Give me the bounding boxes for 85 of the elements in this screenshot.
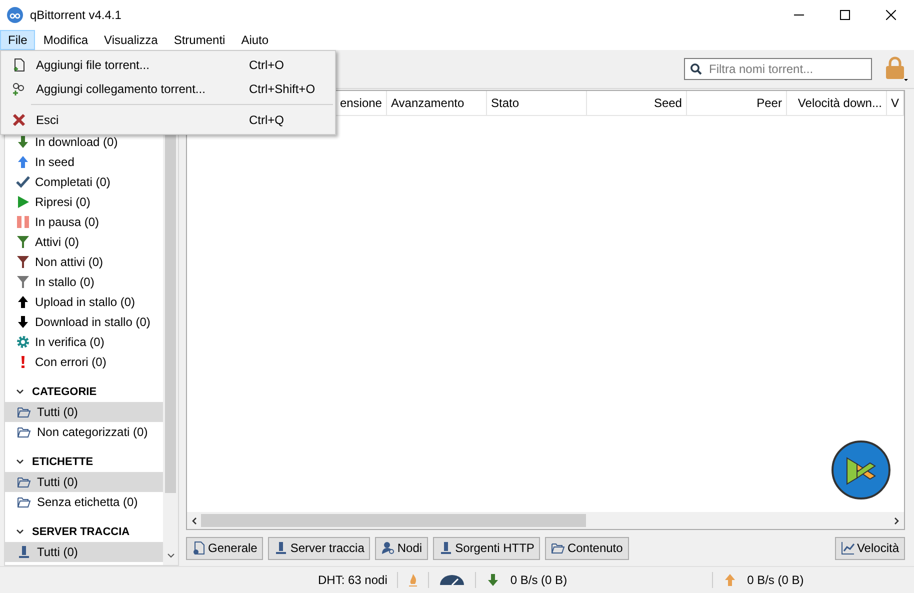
scrollbar-thumb[interactable] xyxy=(200,514,586,527)
scroll-right-icon[interactable] xyxy=(894,516,900,524)
section-header: CATEGORIE xyxy=(32,386,97,398)
column-header[interactable]: Peer xyxy=(686,91,787,115)
down-arrow-icon xyxy=(16,135,30,149)
download-icon xyxy=(486,573,500,587)
filter-icon xyxy=(16,275,30,289)
folder-icon xyxy=(17,476,31,488)
document-icon xyxy=(192,541,206,555)
filter-item[interactable]: Completati (0) xyxy=(35,175,110,189)
server-icon xyxy=(274,541,288,555)
line-chart-icon xyxy=(840,541,855,555)
maximize-icon[interactable] xyxy=(840,10,850,20)
menu-item[interactable]: Visualizza xyxy=(96,30,166,50)
section-header: SERVER TRACCIA xyxy=(32,526,130,538)
down-arrow-icon xyxy=(16,315,30,329)
filter-item[interactable]: In stallo (0) xyxy=(35,275,94,289)
menu-entry[interactable]: Esci Ctrl+Q xyxy=(1,108,335,132)
search-field[interactable]: Filtra nomi torrent... xyxy=(684,58,872,80)
server-icon xyxy=(17,545,31,559)
column-header[interactable]: Avanzamento xyxy=(386,91,487,115)
filter-item[interactable]: Download in stallo (0) xyxy=(35,315,150,329)
chevron-down-icon[interactable] xyxy=(16,389,24,395)
panel-tab-button[interactable]: Generale xyxy=(186,536,264,560)
filter-item[interactable]: Non attivi (0) xyxy=(35,255,104,269)
link-icon xyxy=(12,82,26,96)
filter-item[interactable]: In seed xyxy=(35,155,74,169)
filter-item[interactable]: Ripresi (0) xyxy=(35,195,90,209)
filter-item[interactable]: Con errori (0) xyxy=(35,355,106,369)
speed-tab-button[interactable]: Velocità xyxy=(834,536,905,560)
server-icon xyxy=(439,541,454,555)
menu-item[interactable]: Modifica xyxy=(35,30,96,50)
column-header[interactable]: Velocità down... xyxy=(786,91,887,115)
filter-item[interactable]: In verifica (0) xyxy=(35,335,104,349)
up-arrow-icon xyxy=(16,295,30,309)
panel-tab-button[interactable]: Server traccia xyxy=(268,536,370,560)
sidebar-item[interactable]: Tutti (0) xyxy=(5,542,163,562)
menu-item[interactable]: File xyxy=(0,30,36,50)
folder-icon xyxy=(17,496,31,508)
play-icon xyxy=(16,195,30,209)
dht-status: DHT: 63 nodi xyxy=(318,573,388,587)
window-title: qBittorrent v4.4.1 xyxy=(30,8,122,22)
sidebar-item[interactable]: Non categorizzati (0) xyxy=(5,422,163,442)
panel-tab-button[interactable]: Nodi xyxy=(375,536,428,560)
sidebar-item[interactable]: Senza etichetta (0) xyxy=(5,492,163,512)
panel-tab-button[interactable]: Sorgenti HTTP xyxy=(433,536,540,560)
menu-item[interactable]: Strumenti xyxy=(166,30,234,50)
filter-item[interactable]: Upload in stallo (0) xyxy=(35,295,136,309)
scroll-left-icon[interactable] xyxy=(190,516,197,524)
filter-icon xyxy=(16,255,30,269)
column-header[interactable]: Seed xyxy=(586,91,687,115)
column-header[interactable]: Stato xyxy=(486,91,587,115)
up-arrow-icon xyxy=(16,155,30,169)
app-badge-icon[interactable] xyxy=(831,440,891,500)
sidebar-item[interactable]: Tutti (0) xyxy=(5,472,163,492)
filter-item[interactable]: Attivi (0) xyxy=(35,235,80,249)
menu-entry[interactable]: Aggiungi collegamento torrent... Ctrl+Shift+O xyxy=(1,77,335,101)
menu-entry[interactable]: Aggiungi file torrent... Ctrl+O xyxy=(1,53,335,77)
gear-icon xyxy=(16,335,30,349)
user-search-icon xyxy=(381,541,396,555)
close-icon[interactable] xyxy=(886,10,896,20)
filter-icon xyxy=(16,235,30,249)
folder-icon xyxy=(551,542,566,554)
sidebar-item[interactable]: Tutti (0) xyxy=(5,402,163,422)
folder-icon xyxy=(17,426,31,438)
panel-tab-button[interactable]: Contenuto xyxy=(545,536,629,560)
pause-icon xyxy=(16,215,30,229)
chevron-down-icon[interactable] xyxy=(16,529,24,535)
app-logo-icon xyxy=(7,7,23,23)
new-file-icon xyxy=(12,58,26,72)
close-icon xyxy=(12,113,26,127)
filter-item[interactable]: In pausa (0) xyxy=(35,215,100,229)
section-header: ETICHETTE xyxy=(32,456,94,468)
checkmark-icon xyxy=(16,175,30,189)
filter-item[interactable]: In download (0) xyxy=(35,135,118,149)
column-header[interactable]: V xyxy=(886,91,904,115)
upload-speed: 0 B/s (0 B) xyxy=(747,573,804,587)
scroll-down-icon[interactable] xyxy=(166,553,175,559)
search-icon xyxy=(690,63,702,75)
download-speed: 0 B/s (0 B) xyxy=(510,573,568,587)
upload-icon xyxy=(723,573,738,587)
menu-item[interactable]: Aiuto xyxy=(233,30,277,50)
speedometer-icon[interactable] xyxy=(439,574,466,586)
chevron-down-icon[interactable] xyxy=(16,459,24,465)
folder-icon xyxy=(17,406,31,418)
